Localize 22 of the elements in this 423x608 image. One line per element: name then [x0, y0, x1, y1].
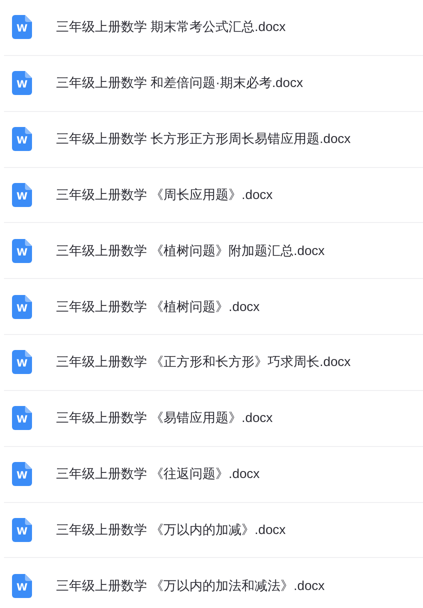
file-name[interactable]: 三年级上册数学 期末常考公式汇总.docx — [56, 18, 286, 36]
word-file-icon: W — [12, 574, 32, 598]
word-file-icon: W — [12, 182, 32, 207]
word-file-icon: W — [12, 71, 32, 96]
file-name[interactable]: 三年级上册数学 长方形正方形周长易错应用题.docx — [56, 130, 351, 148]
file-name[interactable]: 三年级上册数学 《植树问题》附加题汇总.docx — [56, 242, 325, 260]
file-name[interactable]: 三年级上册数学 《万以内的加减》.docx — [56, 521, 286, 540]
file-name[interactable]: 三年级上册数学 《万以内的加法和减法》.docx — [56, 577, 325, 596]
word-file-icon: W — [12, 462, 32, 486]
file-name[interactable]: 三年级上册数学 《正方形和长方形》巧求周长.docx — [56, 353, 351, 372]
word-file-icon: W — [12, 15, 32, 40]
word-file-icon: W — [12, 406, 32, 430]
word-file-icon: W — [12, 127, 32, 152]
file-name[interactable]: 三年级上册数学 《周长应用题》.docx — [56, 186, 273, 204]
file-name[interactable]: 三年级上册数学 《易错应用题》.docx — [56, 409, 273, 428]
word-file-icon: W — [12, 350, 32, 374]
word-file-icon: W — [12, 518, 32, 542]
file-name[interactable]: 三年级上册数学 和差倍问题·期末必考.docx — [56, 74, 304, 92]
word-file-icon: W — [12, 294, 32, 319]
file-name[interactable]: 三年级上册数学 《植树问题》.docx — [56, 298, 260, 316]
word-file-icon: W — [12, 238, 32, 263]
file-name[interactable]: 三年级上册数学 《往返问题》.docx — [56, 465, 260, 484]
